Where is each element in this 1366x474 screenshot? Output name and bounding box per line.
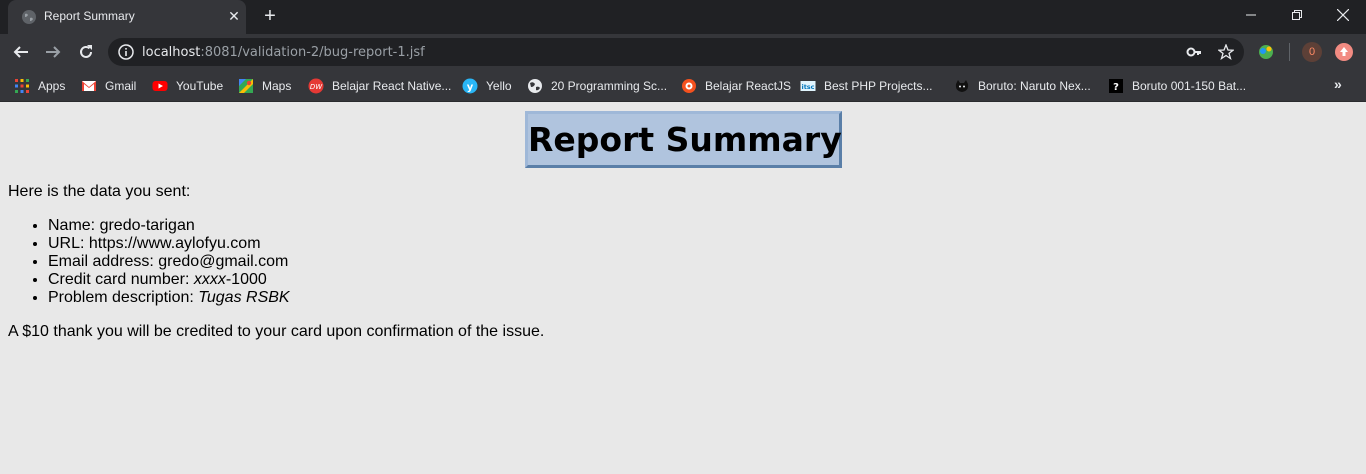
bookmark-belajar-reactjs[interactable]: Belajar ReactJS (681, 76, 791, 96)
site-icon: y (462, 78, 478, 94)
credit-card-label: Credit card number: (48, 271, 190, 288)
bookmark-youtube[interactable]: YouTube (152, 76, 223, 96)
badge-count: 0 (1302, 42, 1322, 62)
bookmark-label: YouTube (176, 79, 224, 93)
minimize-icon[interactable] (1228, 0, 1274, 30)
bookmark-belajar-react-native[interactable]: DW Belajar React Native... (308, 76, 451, 96)
page-content: Report Summary Here is the data you sent… (0, 103, 1366, 474)
address-bar[interactable]: localhost:8081/validation-2/bug-report-1… (108, 38, 1244, 66)
key-icon[interactable] (1186, 44, 1202, 60)
info-icon[interactable] (118, 44, 134, 60)
bookmark-boruto-naruto[interactable]: Boruto: Naruto Nex... (954, 76, 1091, 96)
list-item-url: URL: https://www.aylofyu.com (48, 235, 290, 253)
bookmark-label: Belajar React Native... (332, 79, 452, 93)
bookmark-boruto-001-150[interactable]: ? Boruto 001-150 Bat... (1108, 76, 1246, 96)
svg-text:DW: DW (310, 83, 323, 91)
url-text[interactable]: localhost:8081/validation-2/bug-report-1… (142, 45, 425, 60)
credit-notice: A $10 thank you will be credited to your… (8, 323, 545, 340)
svg-text:itsc: itsc (801, 83, 814, 91)
bookmark-best-php-projects[interactable]: itsc Best PHP Projects... (800, 76, 933, 96)
site-icon: DW (308, 78, 324, 94)
maps-icon (239, 79, 253, 93)
back-icon[interactable] (7, 38, 35, 66)
bookmark-yello[interactable]: y Yello (462, 76, 512, 96)
site-icon: itsc (800, 81, 816, 91)
bookmark-label: Best PHP Projects... (824, 79, 933, 93)
email-value: gredo@gmail.com (158, 253, 289, 270)
intro-text: Here is the data you sent: (8, 183, 191, 200)
reload-icon[interactable] (72, 38, 100, 66)
youtube-icon (152, 81, 168, 91)
credit-card-last-digits: -1000 (225, 271, 267, 288)
list-item-email: Email address: gredo@gmail.com (48, 253, 290, 271)
problem-description-value: Tugas RSBK (198, 289, 290, 306)
avatar[interactable] (1334, 42, 1354, 62)
email-label: Email address: (48, 253, 154, 270)
forward-icon[interactable] (39, 38, 67, 66)
list-item-name: Name: gredo-tarigan (48, 217, 290, 235)
svg-text:?: ? (1113, 82, 1119, 93)
bookmark-apps[interactable]: Apps (14, 76, 65, 96)
more-bookmarks-icon[interactable]: » (1334, 76, 1342, 92)
bookmark-label: Gmail (105, 79, 137, 93)
tab-title: Report Summary (44, 9, 135, 23)
bookmarks-bar: Apps Gmail YouTube Maps DW Belajar React… (0, 70, 1366, 102)
bookmark-label: Yello (486, 79, 512, 93)
credit-card-mask: xxxx (193, 271, 226, 288)
tab-strip: Report Summary ✕ + (0, 0, 1366, 34)
site-icon: ? (1109, 79, 1123, 93)
site-icon (955, 80, 969, 92)
bookmark-label: 20 Programming Sc... (551, 79, 668, 93)
name-label: Name: (48, 217, 96, 234)
bookmark-maps[interactable]: Maps (238, 76, 291, 96)
gmail-icon (82, 81, 96, 91)
list-item-credit-card: Credit card number: xxxx-1000 (48, 271, 290, 289)
url-value: https://www.aylofyu.com (88, 235, 261, 252)
profile-badge[interactable]: 0 (1302, 42, 1322, 62)
bookmark-label: Apps (38, 79, 66, 93)
page-title: Report Summary (525, 111, 842, 168)
bookmark-20-programming[interactable]: 20 Programming Sc... (527, 76, 667, 96)
submitted-data-list: Name: gredo-tarigan URL: https://www.ayl… (48, 217, 290, 307)
globe-icon (528, 79, 542, 93)
close-window-icon[interactable] (1320, 0, 1366, 30)
site-icon (682, 79, 696, 93)
browser-toolbar: localhost:8081/validation-2/bug-report-1… (0, 34, 1366, 70)
url-label: URL: (48, 235, 85, 252)
credit-card-value: xxxx-1000 (194, 271, 267, 288)
tab-close-icon[interactable]: ✕ (226, 8, 242, 24)
restore-icon[interactable] (1274, 0, 1320, 30)
star-icon[interactable] (1218, 44, 1234, 60)
problem-description-label: Problem description: (48, 289, 194, 306)
new-tab-icon[interactable]: + (260, 6, 280, 26)
list-item-problem-description: Problem description: Tugas RSBK (48, 289, 290, 307)
name-value: gredo-tarigan (99, 217, 195, 234)
bookmark-label: Maps (262, 79, 292, 93)
apps-grid-icon (15, 79, 29, 93)
url-host: localhost (142, 45, 201, 60)
bookmark-label: Boruto 001-150 Bat... (1132, 79, 1247, 93)
extension-icon[interactable] (1256, 42, 1276, 62)
bookmark-gmail[interactable]: Gmail (81, 76, 136, 96)
tab-report-summary[interactable]: Report Summary ✕ (8, 0, 246, 34)
globe-icon (22, 10, 36, 24)
bookmark-label: Boruto: Naruto Nex... (978, 79, 1091, 93)
svg-text:y: y (467, 82, 474, 93)
toolbar-divider (1289, 43, 1290, 61)
url-path: :8081/validation-2/bug-report-1.jsf (200, 45, 425, 60)
bookmark-label: Belajar ReactJS (705, 79, 792, 93)
